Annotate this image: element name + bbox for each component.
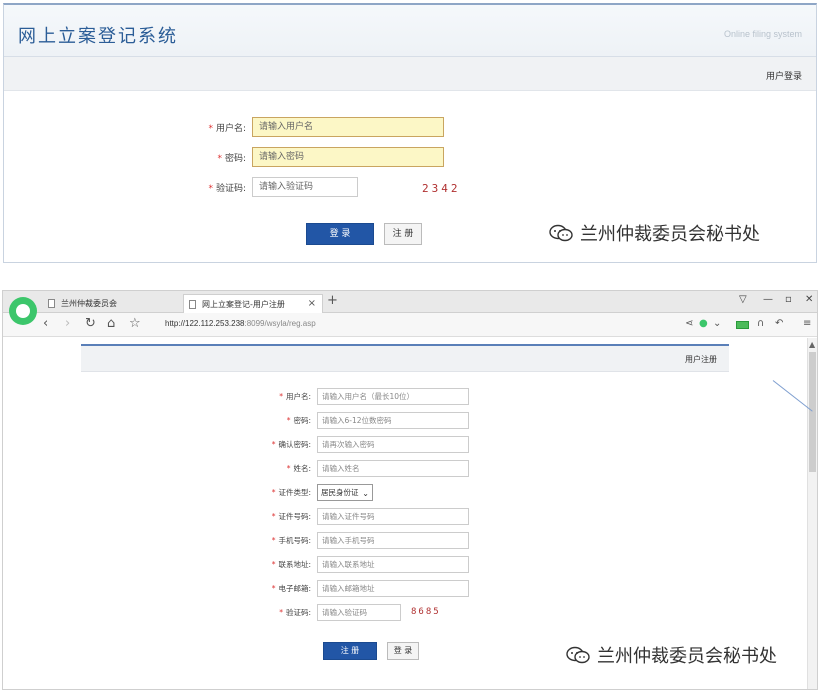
forward-icon[interactable]: › [65,317,70,331]
scrollbar[interactable]: ▲ [807,338,817,689]
password-label: * 密码: [217,153,246,164]
wechat-icon [565,645,591,665]
address-bar: ‹ › ↻ ⌂ ☆ http://122.112.253.238:8099/ws… [3,313,817,337]
password-input[interactable]: 请输入密码 [252,147,444,167]
username-label: * 用户名: [208,123,246,134]
captcha-image[interactable]: 2342 [422,182,461,195]
reg-login-button[interactable]: 登 录 [387,642,419,660]
minimize-icon[interactable]: — [763,294,773,305]
page-icon [189,300,196,309]
registration-bar-label: 用户注册 [685,355,717,364]
reg-phone-row: * 手机号码: 请输入手机号码 [251,532,469,549]
login-button[interactable]: 登 录 [306,223,374,245]
username-input[interactable]: 请输入用户名 [252,117,444,137]
reg-captcha-image[interactable]: 8685 [411,607,441,617]
home-icon[interactable]: ⌂ [107,317,115,331]
close-window-icon[interactable]: ✕ [805,294,813,305]
reg-address-input[interactable]: 请输入联系地址 [317,556,469,573]
close-icon[interactable]: × [308,298,316,309]
reg-username-row: * 用户名: 请输入用户名（最长10位） [251,388,469,405]
watermark-text: 兰州仲裁委员会秘书处 [580,224,760,245]
reg-confirm-password-row: * 确认密码: 请再次输入密码 [251,436,469,453]
reg-email-input[interactable]: 请输入邮箱地址 [317,580,469,597]
chevron-down-icon[interactable]: ⌄ [713,318,721,329]
new-tab-icon[interactable]: + [327,293,338,308]
watermark-text: 兰州仲裁委员会秘书处 [597,646,777,667]
url-path: :8099/wsyla/reg.asp [244,319,316,328]
username-row: * 用户名: 请输入用户名 [200,117,444,137]
tab-arbitration-committee[interactable]: 兰州仲裁委员会 [43,294,181,313]
browser-logo-icon [9,297,37,325]
reg-phone-input[interactable]: 请输入手机号码 [317,532,469,549]
reg-id-number-row: * 证件号码: 请输入证件号码 [251,508,469,525]
password-row: * 密码: 请输入密码 [200,147,444,167]
captcha-input[interactable]: 请输入验证码 [252,177,358,197]
reg-username-input[interactable]: 请输入用户名（最长10位） [317,388,469,405]
reg-name-input[interactable]: 请输入姓名 [317,460,469,477]
url-field[interactable]: http://122.112.253.238:8099/wsyla/reg.as… [165,319,316,328]
reg-password-row: * 密码: 请输入6-12位数密码 [251,412,469,429]
watermark: 兰州仲裁委员会秘书处 [548,220,760,246]
reg-submit-button[interactable]: 注 册 [323,642,377,660]
reg-confirm-password-input[interactable]: 请再次输入密码 [317,436,469,453]
registration-bar: 用户注册 [81,346,729,372]
login-bar-label: 用户登录 [765,72,802,82]
chevron-down-icon: ⌄ [362,489,369,498]
system-header: 网上立案登记系统 Online filing system [4,5,816,57]
extension-icon[interactable]: ● [699,318,708,329]
chevron-up-icon[interactable]: ▲ [809,340,815,349]
captcha-row: * 验证码: 请输入验证码 [200,177,358,197]
reg-password-input[interactable]: 请输入6-12位数密码 [317,412,469,429]
registration-page: 用户注册 * 用户名: 请输入用户名（最长10位） * 密码: 请输入6-12位数密… [81,338,729,689]
reg-name-row: * 姓名: 请输入姓名 [251,460,469,477]
watermark: 兰州仲裁委员会秘书处 [565,642,777,668]
wechat-icon [548,223,574,243]
login-page-screenshot: 网上立案登记系统 Online filing system 用户登录 * 用户名:… [3,3,817,263]
system-title: 网上立案登记系统 [18,26,178,47]
tab-strip: 兰州仲裁委员会 网上立案登记-用户注册 × + ▽ — ▫ ✕ [3,291,817,313]
page-icon [48,299,55,308]
system-subtitle: Online filing system [723,29,802,39]
reg-address-row: * 联系地址: 请输入联系地址 [251,556,469,573]
browser-window: 兰州仲裁委员会 网上立案登记-用户注册 × + ▽ — ▫ ✕ ‹ › ↻ ⌂ … [2,290,818,690]
page-viewport: 用户注册 * 用户名: 请输入用户名（最长10位） * 密码: 请输入6-12位数密… [3,338,817,689]
reg-id-number-input[interactable]: 请输入证件号码 [317,508,469,525]
reg-id-type-row: * 证件类型: 居民身份证 ⌄ [251,484,373,501]
headphones-icon[interactable]: ∩ [757,318,764,329]
shield-icon[interactable]: ▽ [739,294,747,305]
register-button[interactable]: 注 册 [384,223,422,245]
battery-icon[interactable] [736,321,749,329]
captcha-label: * 验证码: [208,183,246,194]
id-type-select[interactable]: 居民身份证 ⌄ [317,484,373,501]
reg-email-row: * 电子邮箱: 请输入邮箱地址 [251,580,469,597]
menu-icon[interactable]: ≡ [803,318,811,329]
back-icon[interactable]: ‹ [43,317,48,331]
undo-icon[interactable]: ↶ [775,318,783,329]
reg-captcha-row: * 验证码: 请输入验证码 [251,604,401,621]
share-icon[interactable]: ⋖ [685,318,693,329]
url-host: http://122.112.253.238 [165,319,245,328]
maximize-icon[interactable]: ▫ [785,294,792,305]
star-icon[interactable]: ☆ [129,317,141,331]
reg-captcha-input[interactable]: 请输入验证码 [317,604,401,621]
tab-user-registration[interactable]: 网上立案登记-用户注册 × [183,294,323,313]
refresh-icon[interactable]: ↻ [85,317,96,331]
scrollbar-thumb[interactable] [809,352,816,472]
login-bar: 用户登录 [4,57,816,91]
